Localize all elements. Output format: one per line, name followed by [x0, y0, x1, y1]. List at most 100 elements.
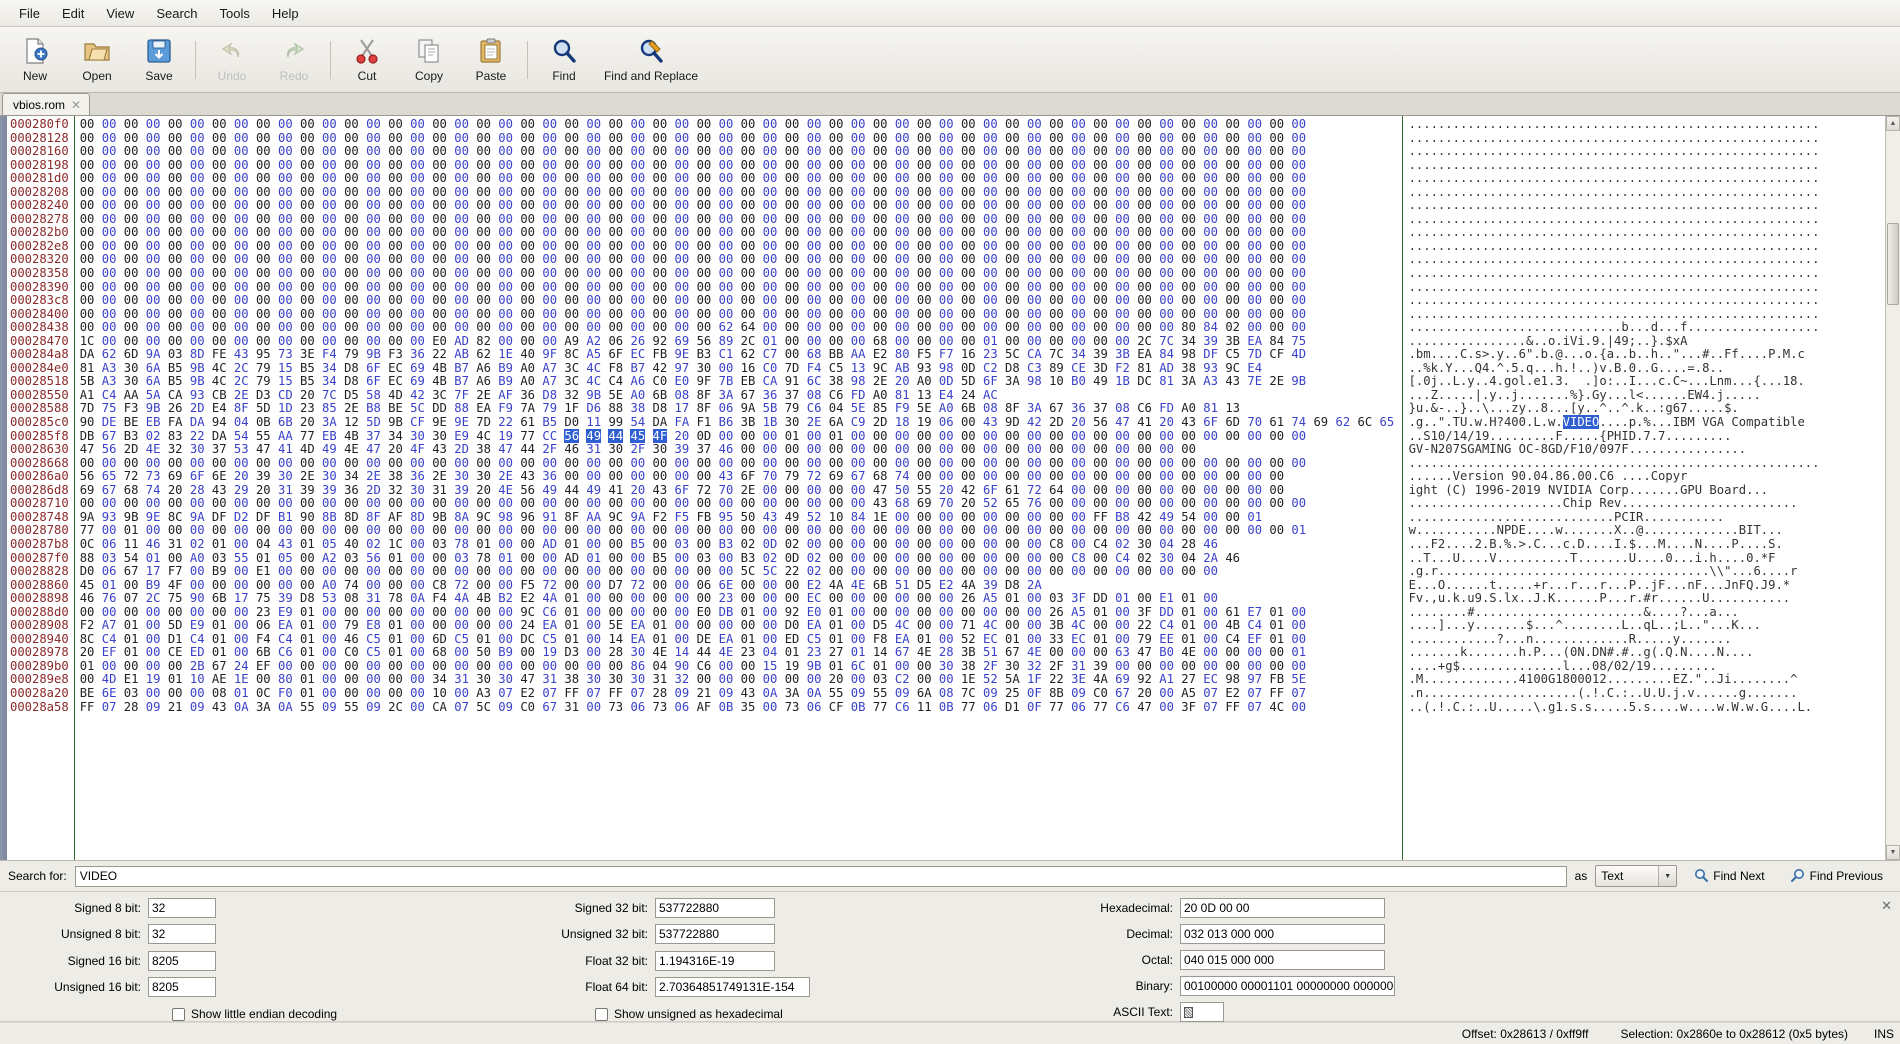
hex-byte[interactable]: DA [190, 415, 205, 429]
hex-byte[interactable]: B9 [498, 374, 513, 389]
hex-byte[interactable]: 00 [102, 496, 117, 511]
hex-byte[interactable]: CF [410, 415, 425, 429]
hex-byte[interactable]: 00 [961, 212, 976, 226]
hex-byte[interactable]: 36 [344, 483, 359, 497]
hex-byte[interactable]: 00 [586, 307, 601, 321]
hex-byte[interactable]: 00 [763, 131, 778, 145]
hex-byte[interactable]: 00 [278, 334, 293, 348]
hex-byte[interactable]: 81 [80, 361, 95, 375]
hex-byte[interactable]: 00 [278, 266, 293, 280]
hex-byte[interactable]: 00 [1115, 198, 1130, 213]
hex-byte[interactable]: 00 [1005, 442, 1020, 456]
hex-byte[interactable]: 2C [388, 700, 403, 714]
hex-byte[interactable]: C5 [454, 632, 469, 646]
hex-byte[interactable]: 47 [366, 442, 381, 456]
hex-byte[interactable]: EA [1247, 334, 1262, 348]
hex-row[interactable]: 00 00 00 00 00 00 00 00 00 00 00 00 00 0… [80, 239, 1402, 254]
hex-byte[interactable]: 00 [741, 672, 756, 687]
hex-byte[interactable]: 00 [1225, 659, 1240, 673]
hex-byte[interactable]: 00 [1137, 442, 1152, 456]
hex-byte[interactable]: 00 [410, 659, 425, 673]
hex-byte[interactable]: 00 [586, 659, 601, 673]
hex-byte[interactable]: 00 [608, 523, 623, 538]
hex-byte[interactable]: 00 [344, 523, 359, 538]
hex-byte[interactable]: 00 [1049, 117, 1064, 131]
hex-byte[interactable]: 4A [829, 578, 844, 592]
hex-byte[interactable]: 00 [785, 280, 800, 294]
hex-byte[interactable]: 00 [190, 280, 205, 294]
hex-byte[interactable]: 00 [322, 496, 337, 511]
hex-byte[interactable]: 3C [564, 361, 579, 375]
hex-byte[interactable]: 00 [807, 158, 822, 172]
hex-byte[interactable]: 00 [344, 225, 359, 240]
hex-byte[interactable]: 00 [630, 605, 645, 619]
hex-byte[interactable]: 01 [300, 672, 315, 687]
hex-byte[interactable]: 00 [785, 320, 800, 334]
hex-byte[interactable]: 20 [829, 672, 844, 687]
hex-byte[interactable]: 00 [1115, 429, 1130, 443]
hex-byte[interactable]: 00 [278, 280, 293, 294]
hex-byte[interactable]: 00 [1203, 469, 1218, 483]
hex-byte[interactable]: 00 [1093, 280, 1108, 294]
hex-byte[interactable]: 00 [719, 266, 734, 280]
hex-byte[interactable]: 00 [1159, 280, 1174, 294]
hex-byte[interactable]: 00 [586, 632, 601, 646]
hex-byte[interactable]: 00 [80, 185, 95, 199]
hex-byte[interactable]: 1F [564, 401, 579, 416]
hex-byte[interactable]: 77 [80, 523, 95, 538]
hex-byte[interactable]: 00 [630, 212, 645, 226]
hex-byte[interactable]: 00 [190, 171, 205, 185]
hex-byte[interactable]: 52 [983, 496, 998, 511]
hex-byte[interactable]: 28 [939, 645, 954, 660]
hex-byte[interactable]: 00 [80, 144, 95, 158]
hex-byte[interactable]: 00 [234, 537, 249, 551]
hex-byte[interactable]: 55 [300, 700, 315, 714]
hex-row[interactable]: 69 67 68 74 20 28 43 29 20 31 39 39 36 2… [80, 483, 1402, 498]
hex-byte[interactable]: 00 [564, 496, 579, 511]
hex-byte[interactable]: 0C [256, 686, 271, 700]
hex-byte[interactable]: 00 [917, 198, 932, 213]
hex-byte[interactable]: EC [1071, 632, 1086, 646]
hex-byte[interactable]: 00 [322, 618, 337, 632]
hex-byte[interactable]: 01 [873, 659, 888, 673]
hex-byte[interactable]: 00 [1071, 212, 1086, 226]
hex-byte[interactable]: E1 [256, 564, 271, 578]
hex-byte[interactable]: 00 [300, 307, 315, 321]
hex-byte[interactable]: 93 [102, 510, 117, 524]
hex-byte[interactable]: 00 [608, 225, 623, 240]
hex-byte[interactable]: 4E [653, 645, 668, 660]
hex-byte[interactable]: 00 [1291, 212, 1306, 226]
hex-byte[interactable]: 00 [168, 496, 183, 511]
hex-byte[interactable]: 00 [410, 523, 425, 538]
hex-byte[interactable]: 00 [785, 672, 800, 687]
hex-byte[interactable]: CA [1027, 347, 1042, 362]
hex-byte[interactable]: 00 [1225, 645, 1240, 660]
hex-byte[interactable]: 00 [895, 131, 910, 145]
hex-byte[interactable]: 00 [1225, 185, 1240, 199]
hex-byte[interactable]: 00 [586, 185, 601, 199]
hex-byte[interactable]: 00 [1093, 429, 1108, 443]
hex-byte[interactable]: 38 [961, 659, 976, 673]
hex-byte[interactable]: 30 [608, 442, 623, 456]
hex-byte[interactable]: 00 [1203, 144, 1218, 158]
hex-byte[interactable]: 00 [1115, 225, 1130, 240]
hex-byte[interactable]: 00 [168, 171, 183, 185]
hex-byte[interactable]: 38 [829, 374, 844, 389]
hex-byte[interactable]: 00 [961, 239, 976, 253]
hex-byte[interactable]: 01 [102, 578, 117, 592]
hex-byte[interactable]: 30 [410, 483, 425, 497]
hex-byte[interactable]: 20 [895, 374, 910, 389]
hex-byte[interactable]: C6 [829, 388, 844, 402]
hex-byte[interactable]: 00 [322, 320, 337, 334]
hex-byte[interactable]: 00 [939, 307, 954, 321]
hex-byte[interactable]: 89 [719, 334, 734, 348]
hex-byte[interactable]: 00 [741, 198, 756, 213]
hex-byte[interactable]: BE [388, 401, 403, 416]
hex-byte[interactable]: F5 [675, 510, 690, 524]
hex-byte[interactable]: 91 [785, 374, 800, 389]
hex-byte[interactable]: 00 [454, 131, 469, 145]
hex-byte[interactable]: 8D [190, 347, 205, 362]
hex-byte[interactable]: C4 [1225, 632, 1240, 646]
hex-byte[interactable]: 08 [1115, 401, 1130, 416]
hex-byte[interactable]: 00 [256, 158, 271, 172]
